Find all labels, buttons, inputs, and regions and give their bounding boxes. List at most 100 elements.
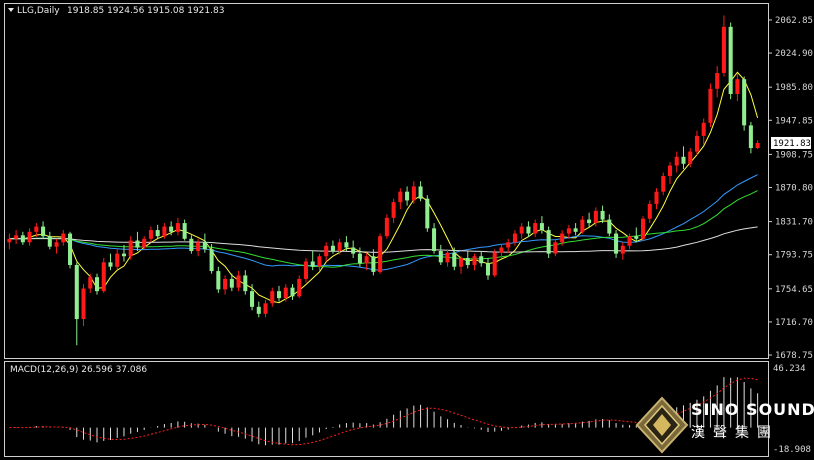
candle-body xyxy=(276,291,282,299)
symbol-label: LLG,Daily xyxy=(17,6,60,16)
dropdown-triangle-icon[interactable] xyxy=(8,8,14,12)
candle-body xyxy=(41,226,46,237)
candle-body xyxy=(94,277,100,292)
candle-body xyxy=(742,79,747,126)
price-axis-label: 1793.75 xyxy=(775,251,813,261)
candle-body xyxy=(101,262,106,292)
candle-body xyxy=(351,247,356,254)
candle-body xyxy=(465,257,470,265)
price-axis-label: 1908.75 xyxy=(775,150,813,160)
candle-body xyxy=(81,288,86,320)
candle-body xyxy=(688,151,693,164)
candle-body xyxy=(492,252,497,276)
candle-body xyxy=(209,249,214,272)
candle-body xyxy=(398,191,403,203)
sinosound-logo: SINO SOUND 漢聲集團 xyxy=(635,396,814,456)
candle-body xyxy=(452,252,457,267)
candle-body xyxy=(378,236,383,272)
ohlc-readout: 1918.85 1924.56 1915.08 1921.83 xyxy=(67,6,224,16)
candle-body xyxy=(566,228,571,234)
candle-body xyxy=(357,253,362,264)
candle-body xyxy=(88,277,93,289)
candle-body xyxy=(229,278,234,288)
candle-body xyxy=(330,245,335,252)
candle-body xyxy=(546,230,551,254)
candle-body xyxy=(344,242,349,248)
candle-body xyxy=(310,261,315,267)
candle-body xyxy=(701,122,706,136)
candle-body xyxy=(526,226,531,234)
candle-body xyxy=(54,242,59,247)
candle-body xyxy=(708,88,713,123)
candle-body xyxy=(715,73,720,89)
price-axis-label: 1754.65 xyxy=(775,285,813,295)
candle-body xyxy=(27,231,32,243)
candle-body xyxy=(641,218,646,239)
candle-body xyxy=(142,238,147,248)
chart-window: LLG,Daily 1918.85 1924.56 1915.08 1921.8… xyxy=(0,0,814,460)
candle-body xyxy=(270,291,275,304)
candle-body xyxy=(539,223,544,231)
candle-body xyxy=(620,245,625,254)
moving-average-line xyxy=(9,174,758,271)
candle-body xyxy=(560,233,565,243)
price-axis-label: 1831.70 xyxy=(775,218,813,228)
moving-average-line xyxy=(9,190,758,268)
candle-body xyxy=(196,242,201,252)
brand-name: SINO SOUND xyxy=(691,400,814,419)
diamond-logo-icon xyxy=(635,396,689,454)
candle-body xyxy=(472,256,477,265)
candle-body xyxy=(661,175,666,192)
price-tag-text: 1921.83 xyxy=(773,139,811,149)
macd-axis-top: 46.234 xyxy=(773,364,806,374)
candle-body xyxy=(182,223,187,239)
candle-body xyxy=(694,135,699,152)
price-axis: 2062.85 2024.90 1985.80 1947.85 1908.75 1870.… xyxy=(768,16,813,361)
candle-body xyxy=(128,240,133,257)
candlestick-layer xyxy=(7,15,760,346)
candle-body xyxy=(263,303,268,314)
candle-body xyxy=(169,226,174,232)
candle-body xyxy=(148,230,153,239)
candle-body xyxy=(115,253,120,267)
candle-body xyxy=(250,291,255,307)
candle-body xyxy=(627,236,632,246)
candle-body xyxy=(256,306,261,314)
candle-body xyxy=(384,217,389,237)
candle-body xyxy=(68,233,73,265)
price-axis-label: 2024.90 xyxy=(775,49,813,59)
candle-body xyxy=(121,253,126,257)
candle-body xyxy=(674,156,679,166)
candle-body xyxy=(202,242,207,250)
candle-body xyxy=(155,230,160,237)
candle-body xyxy=(485,263,491,276)
candle-body xyxy=(445,252,450,263)
candle-body xyxy=(162,226,167,237)
candle-body xyxy=(647,203,652,219)
candle-body xyxy=(667,165,673,176)
candle-body xyxy=(303,261,308,279)
candle-body xyxy=(290,287,295,297)
candle-body xyxy=(34,226,39,232)
candle-body xyxy=(573,228,578,232)
candle-body xyxy=(479,256,484,264)
candle-body xyxy=(459,257,464,267)
candle-body xyxy=(600,210,605,220)
candle-body xyxy=(189,238,194,252)
candle-body xyxy=(634,236,639,239)
candle-body xyxy=(317,256,322,267)
candle-body xyxy=(74,264,79,320)
candle-body xyxy=(506,242,511,248)
candle-body xyxy=(14,235,19,239)
candle-body xyxy=(580,219,585,232)
candle-body xyxy=(654,191,659,204)
candle-body xyxy=(755,142,760,149)
candle-body xyxy=(512,233,517,243)
price-axis-label: 1947.85 xyxy=(775,116,813,126)
candle-body xyxy=(20,235,25,243)
candle-body xyxy=(607,219,612,234)
candle-body xyxy=(721,26,726,74)
moving-average-layer xyxy=(9,71,759,304)
candle-body xyxy=(364,256,369,264)
price-chart[interactable]: LLG,Daily 1918.85 1924.56 1915.08 1921.8… xyxy=(0,0,814,460)
